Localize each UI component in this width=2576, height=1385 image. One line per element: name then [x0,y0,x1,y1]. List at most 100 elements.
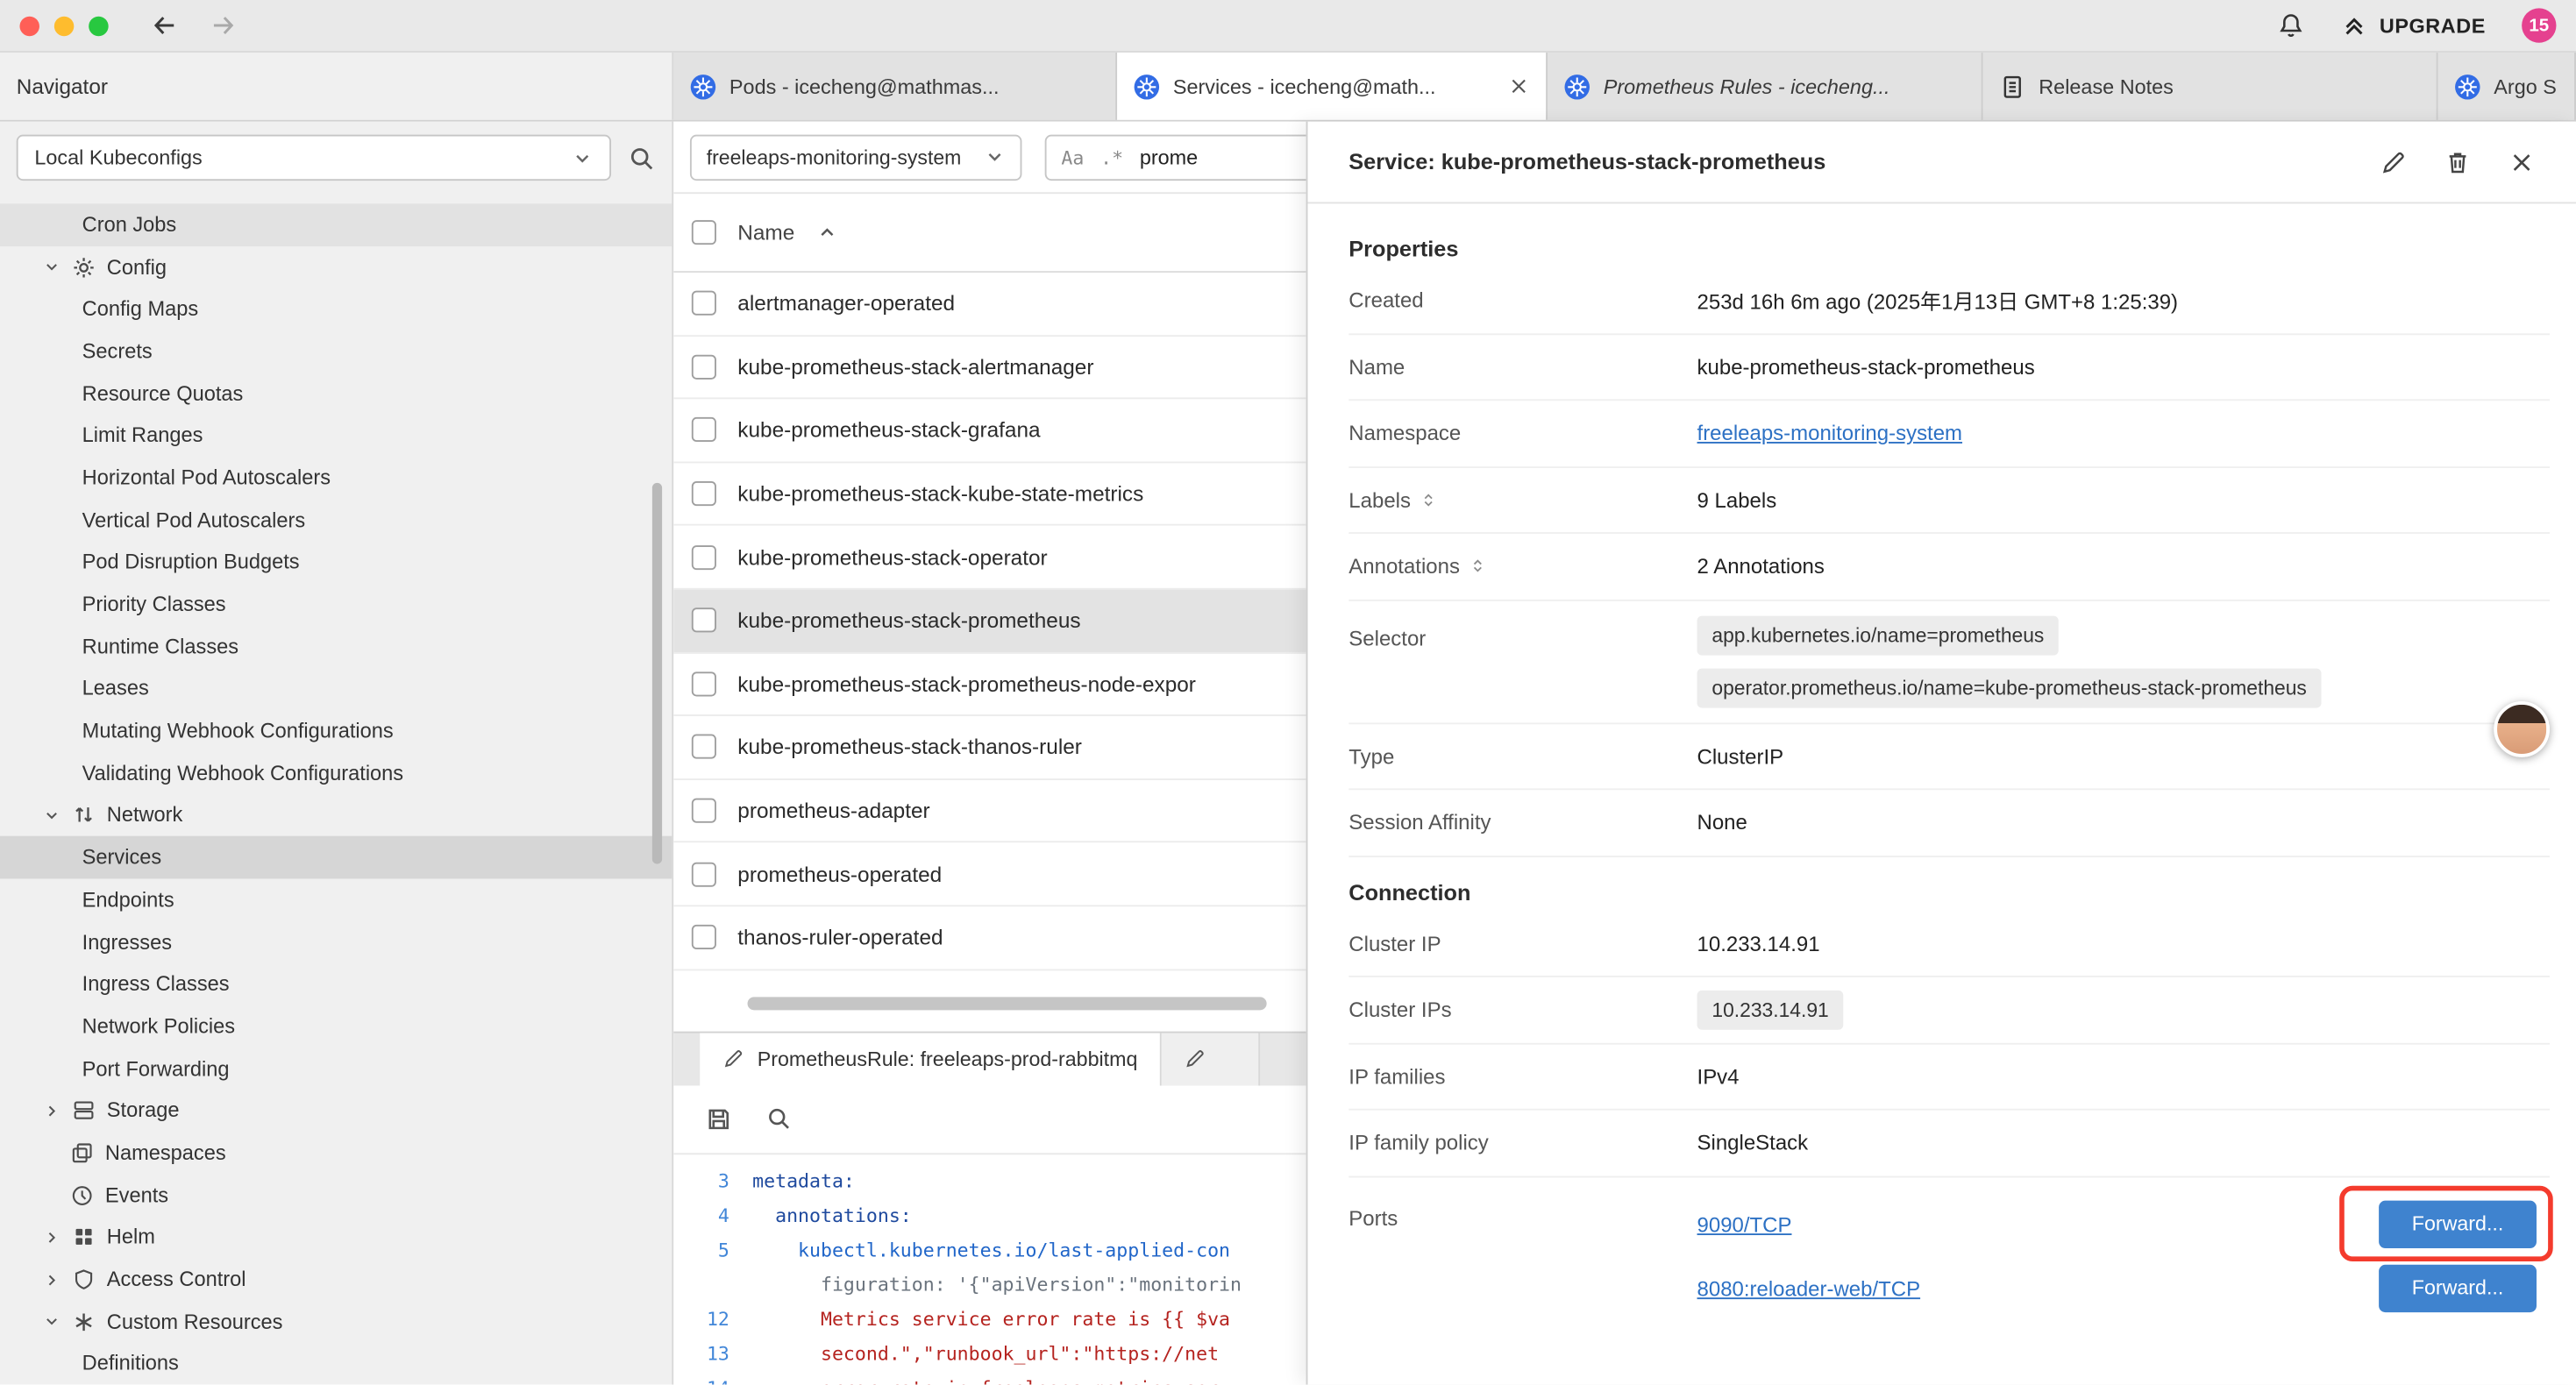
edit-pencil-icon[interactable] [2380,149,2407,175]
sidebar-item-priority-classes[interactable]: Priority Classes [0,584,672,626]
upgrade-button[interactable]: UPGRADE [2342,12,2486,39]
table-row[interactable]: kube-prometheus-stack-grafana [673,400,1306,463]
presence-avatar[interactable] [2494,701,2550,757]
sidebar-item-mutating-webhook-configurations[interactable]: Mutating Webhook Configurations [0,710,672,752]
forward-arrow-icon[interactable] [209,11,237,39]
close-icon[interactable] [1508,75,1529,96]
dock-tab-prometheusrule[interactable]: PrometheusRule: freeleaps-prod-rabbitmq [700,1033,1162,1085]
port-link-9090[interactable]: 9090/TCP [1697,1211,2380,1236]
table-row[interactable]: prometheus-adapter [673,780,1306,843]
chevron-down-icon [43,1312,61,1331]
tab-services[interactable]: Services - icecheng@math... [1117,53,1548,120]
row-checkbox[interactable] [692,544,716,569]
notification-badge[interactable]: 15 [2522,8,2556,42]
chevron-right-icon [43,1270,61,1289]
ip-family-policy-value: SingleStack [1697,1131,2550,1155]
expand-collapse-icon[interactable] [1419,491,1437,509]
match-case-toggle[interactable]: Aa [1061,146,1084,168]
table-row[interactable]: kube-prometheus-stack-prometheus-node-ex… [673,653,1306,716]
horizontal-scrollbar[interactable] [748,996,1267,1009]
regex-toggle[interactable]: .* [1100,146,1123,168]
property-row-type: Type ClusterIP [1348,723,2550,790]
sidebar-item-resource-quotas[interactable]: Resource Quotas [0,373,672,415]
sidebar-item-custom-resources[interactable]: Custom Resources [0,1301,672,1343]
search-icon[interactable] [765,1105,792,1132]
namespace-link[interactable]: freeleaps-monitoring-system [1697,421,1963,445]
sidebar-item-ingresses[interactable]: Ingresses [0,921,672,963]
table-row[interactable]: thanos-ruler-operated [673,906,1306,970]
row-checkbox[interactable] [692,671,716,696]
sidebar-item-helm[interactable]: Helm [0,1216,672,1258]
sidebar-item-ingress-classes[interactable]: Ingress Classes [0,963,672,1005]
sidebar-item-endpoints[interactable]: Endpoints [0,878,672,920]
sidebar-item-limit-ranges[interactable]: Limit Ranges [0,415,672,457]
sidebar-item-access-control[interactable]: Access Control [0,1259,672,1301]
sidebar-item-config-maps[interactable]: Config Maps [0,288,672,330]
kubeconfig-select[interactable]: Local Kubeconfigs [17,135,611,181]
name-column-header[interactable]: Name [737,220,794,245]
sidebar-item-horizontal-pod-autoscalers[interactable]: Horizontal Pod Autoscalers [0,457,672,499]
table-row[interactable]: kube-prometheus-stack-thanos-ruler [673,716,1306,779]
row-checkbox[interactable] [692,862,716,886]
row-checkbox[interactable] [692,925,716,949]
sidebar-item-storage[interactable]: Storage [0,1090,672,1132]
namespace-select[interactable]: freeleaps-monitoring-system [690,134,1021,180]
row-checkbox[interactable] [692,799,716,823]
table-row[interactable]: kube-prometheus-stack-alertmanager [673,336,1306,399]
minimize-window-button[interactable] [54,16,74,35]
search-input[interactable]: Aa .* prome [1045,134,1306,180]
table-row[interactable]: prometheus-operated [673,843,1306,906]
sidebar-item-pod-disruption-budgets[interactable]: Pod Disruption Budgets [0,541,672,583]
row-checkbox[interactable] [692,608,716,633]
port-link-8080[interactable]: 8080:reloader-web/TCP [1697,1275,2380,1300]
row-checkbox[interactable] [692,355,716,380]
trash-icon[interactable] [2444,149,2471,175]
dock-tab-partial[interactable] [1162,1033,1260,1085]
sidebar-item-config[interactable]: Config [0,245,672,288]
table-row[interactable]: kube-prometheus-stack-kube-state-metrics [673,463,1306,526]
sidebar-item-services[interactable]: Services [0,836,672,878]
sidebar-item-events[interactable]: Events [0,1174,672,1216]
sidebar-item-runtime-classes[interactable]: Runtime Classes [0,626,672,668]
back-arrow-icon[interactable] [151,11,179,39]
sidebar-item-namespaces[interactable]: Namespaces [0,1132,672,1174]
swap-vertical-icon [72,804,95,827]
row-checkbox[interactable] [692,481,716,506]
sort-ascending-icon[interactable] [816,222,837,243]
sidebar-item-network-policies[interactable]: Network Policies [0,1005,672,1048]
forward-button[interactable]: Forward... [2379,1264,2537,1311]
row-checkbox[interactable] [692,291,716,316]
row-checkbox[interactable] [692,418,716,443]
expand-collapse-icon[interactable] [1468,558,1486,576]
sidebar-item-secrets[interactable]: Secrets [0,330,672,373]
tab-release-notes[interactable]: Release Notes [1983,53,2438,120]
sidebar-scrollbar[interactable] [652,483,662,864]
row-checkbox[interactable] [692,735,716,759]
tab-prometheus-rules[interactable]: Prometheus Rules - icecheng... [1548,53,1983,120]
ip-families-value: IPv4 [1697,1064,2550,1089]
sidebar-item-cron-jobs[interactable]: Cron Jobs [0,203,672,245]
sidebar-item-definitions[interactable]: Definitions [0,1343,672,1385]
chevron-down-icon [572,147,593,168]
sidebar-item-port-forwarding[interactable]: Port Forwarding [0,1048,672,1090]
sidebar-item-vertical-pod-autoscalers[interactable]: Vertical Pod Autoscalers [0,499,672,541]
sidebar-item-validating-webhook-configurations[interactable]: Validating Webhook Configurations [0,752,672,794]
table-row-selected[interactable]: kube-prometheus-stack-prometheus [673,590,1306,653]
property-row-namespace: Namespace freeleaps-monitoring-system [1348,401,2550,467]
table-row[interactable]: alertmanager-operated [673,273,1306,336]
namespace-select-value: freeleaps-monitoring-system [707,146,962,168]
close-window-button[interactable] [19,16,39,35]
selector-badge: app.kubernetes.io/name=prometheus [1697,615,2060,655]
search-icon[interactable] [628,144,656,172]
yaml-editor[interactable]: 3metadata: 4 annotations: 5 kubectl.kube… [673,1154,1306,1384]
select-all-checkbox[interactable] [692,220,716,245]
table-row[interactable]: kube-prometheus-stack-operator [673,526,1306,589]
maximize-window-button[interactable] [89,16,108,35]
tab-pods[interactable]: Pods - icecheng@mathmas... [673,53,1117,120]
bell-icon[interactable] [2278,11,2306,39]
tab-argo[interactable]: Argo S [2438,53,2576,120]
sidebar-item-network[interactable]: Network [0,794,672,836]
sidebar-item-leases[interactable]: Leases [0,668,672,710]
save-icon[interactable] [705,1104,733,1133]
close-icon[interactable] [2508,149,2535,175]
